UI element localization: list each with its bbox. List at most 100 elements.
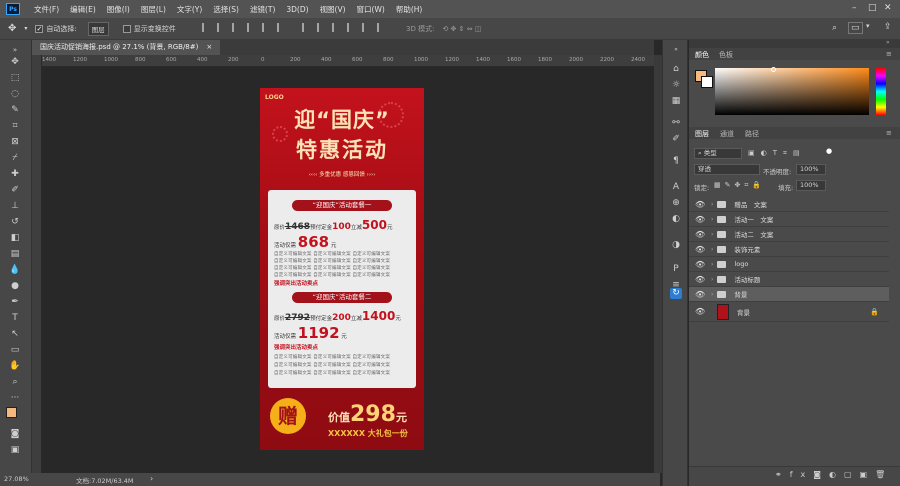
layer-row[interactable]: 👁 › 活动一 文案	[689, 212, 889, 227]
close-icon[interactable]: ✕	[884, 3, 892, 13]
properties-icon[interactable]: ⚯	[670, 118, 682, 129]
caret-right-icon[interactable]: ›	[711, 276, 713, 283]
history-icon[interactable]: ⌂	[670, 64, 682, 75]
menu-filter[interactable]: 滤镜(T)	[250, 4, 275, 15]
frame-tool-icon[interactable]: ⊠	[8, 136, 22, 148]
align-bottom-icon[interactable]	[276, 23, 286, 32]
tab-swatches[interactable]: 色板	[719, 50, 733, 60]
distribute-right-icon[interactable]	[377, 23, 386, 32]
screen-mode-icon[interactable]: ▣	[8, 444, 22, 456]
caret-right-icon[interactable]: ›	[711, 231, 713, 238]
tab-color[interactable]: 颜色	[695, 50, 709, 60]
layer-filter-dropdown[interactable]: ⌕ 类型	[694, 148, 742, 159]
workspace-chevron-icon[interactable]: ▾	[866, 22, 870, 30]
align-center-icon[interactable]	[216, 23, 226, 32]
search-icon[interactable]: ⌕	[832, 23, 837, 33]
pen-tool-icon[interactable]: ✒	[8, 296, 22, 308]
layer-footer-icons[interactable]: ⚭fx◙◐▢▣🗑	[775, 470, 893, 479]
eyedropper-tool-icon[interactable]: ⌿	[8, 152, 22, 164]
layer-row[interactable]: 👁 › 活动标题	[689, 272, 889, 287]
auto-select-dropdown[interactable]: 图层	[87, 21, 109, 36]
crop-tool-icon[interactable]: ⌗	[8, 120, 22, 132]
eye-icon[interactable]: 👁	[695, 307, 705, 316]
filter-toggle-icon[interactable]: ●	[826, 147, 832, 155]
menu-view[interactable]: 视图(V)	[320, 4, 346, 15]
paths-icon[interactable]: P	[670, 264, 682, 275]
caret-right-icon[interactable]: ›	[711, 261, 713, 268]
marquee-tool-icon[interactable]: ⬚	[8, 72, 22, 84]
foreground-color-swatch[interactable]	[6, 407, 17, 418]
distribute-bottom-icon[interactable]	[332, 23, 341, 32]
background-color-swatch[interactable]	[701, 76, 713, 88]
eye-icon[interactable]: 👁	[695, 200, 705, 209]
move-tool-icon[interactable]: ✥	[8, 56, 22, 68]
lock-icons[interactable]: ▦✎✥⌗🔒	[714, 181, 765, 190]
paragraph-icon[interactable]: ¶	[670, 156, 682, 167]
path-select-icon[interactable]: ↖	[8, 328, 22, 340]
eye-icon[interactable]: 👁	[695, 245, 705, 254]
color-picker-handle[interactable]	[771, 67, 776, 72]
menu-help[interactable]: 帮助(H)	[396, 4, 423, 15]
distribute-center-icon[interactable]	[362, 23, 371, 32]
tab-layers[interactable]: 图层	[695, 129, 709, 139]
more-tools-icon[interactable]: ···	[8, 392, 22, 404]
collapse-dock-icon[interactable]: «	[670, 44, 682, 55]
caret-right-icon[interactable]: ›	[711, 216, 713, 223]
tab-paths[interactable]: 路径	[745, 129, 759, 139]
history-brush-icon[interactable]: ↺	[8, 216, 22, 228]
rectangle-tool-icon[interactable]: ▭	[8, 344, 22, 356]
styles-icon[interactable]: ◑	[670, 240, 682, 251]
clone-stamp-icon[interactable]: ⊥	[8, 200, 22, 212]
eraser-tool-icon[interactable]: ◧	[8, 232, 22, 244]
healing-brush-icon[interactable]: ✚	[8, 168, 22, 180]
collapse-panels-icon[interactable]: »	[886, 39, 890, 46]
caret-right-icon[interactable]: ›	[711, 246, 713, 253]
blend-mode-dropdown[interactable]: 穿透	[694, 164, 760, 175]
menu-file[interactable]: 文件(F)	[34, 4, 59, 15]
3d-tools-icon[interactable]: ⟲ ✥ ⇕ ⇔ ◫	[442, 25, 481, 33]
layer-comps-icon[interactable]: ◐	[670, 214, 682, 225]
distribute-middle-icon[interactable]	[317, 23, 326, 32]
layer-row[interactable]: 👁 › 赠品 文案	[689, 197, 889, 212]
zoom-tool-icon[interactable]: ⌕	[8, 376, 22, 388]
3d-panel-icon[interactable]: ↻	[670, 288, 682, 299]
layer-row[interactable]: 👁 › 活动二 文案	[689, 227, 889, 242]
layer-row-selected[interactable]: 👁 › 背景	[689, 287, 889, 302]
layer-filter-icons[interactable]: ▣◐T⌗▤	[748, 149, 806, 158]
chevron-down-icon[interactable]: ▾	[24, 25, 27, 32]
quick-select-tool-icon[interactable]: ✎	[8, 104, 22, 116]
menu-window[interactable]: 窗口(W)	[357, 4, 385, 15]
menu-image[interactable]: 图像(I)	[107, 4, 130, 15]
poster-canvas[interactable]: LOGO 迎“国庆” 特惠活动 ‹‹‹‹ 多重优惠 感恩回馈 ›››› “迎国庆…	[260, 88, 424, 450]
panel-menu-icon[interactable]: ≡	[886, 129, 892, 137]
move-tool-icon[interactable]: ✥	[8, 23, 16, 34]
minimize-icon[interactable]: –	[852, 3, 857, 13]
distribute-left-icon[interactable]	[347, 23, 356, 32]
document-tab[interactable]: 国庆活动促销海报.psd @ 27.1% (背景, RGB/8#) ×	[32, 40, 221, 55]
eye-icon[interactable]: 👁	[695, 230, 705, 239]
libraries-icon[interactable]: ▦	[670, 96, 682, 107]
tab-channels[interactable]: 通道	[720, 129, 734, 139]
share-icon[interactable]: ⇪	[884, 22, 892, 32]
adjustments-icon[interactable]: ☼	[670, 80, 682, 91]
zoom-level[interactable]: 27.08%	[4, 475, 29, 483]
dodge-tool-icon[interactable]: ●	[8, 280, 22, 292]
close-tab-icon[interactable]: ×	[206, 43, 212, 51]
blur-tool-icon[interactable]: 💧	[8, 264, 22, 276]
eye-icon[interactable]: 👁	[695, 215, 705, 224]
menu-layer[interactable]: 图层(L)	[141, 4, 166, 15]
status-menu-icon[interactable]: ›	[150, 474, 153, 483]
eye-icon[interactable]: 👁	[695, 260, 705, 269]
menu-edit[interactable]: 编辑(E)	[70, 4, 96, 15]
photoshop-logo-icon[interactable]: Ps	[6, 3, 20, 15]
eye-icon[interactable]: 👁	[695, 275, 705, 284]
hue-slider[interactable]	[876, 68, 886, 115]
quick-mask-icon[interactable]: ◙	[8, 428, 22, 440]
align-top-icon[interactable]	[246, 23, 256, 32]
character-icon[interactable]: A	[670, 182, 682, 193]
align-right-icon[interactable]	[231, 23, 241, 32]
panel-menu-icon[interactable]: ≡	[886, 50, 892, 58]
caret-right-icon[interactable]: ›	[711, 291, 713, 298]
brush-settings-icon[interactable]: ✐	[670, 134, 682, 145]
align-middle-icon[interactable]	[261, 23, 271, 32]
